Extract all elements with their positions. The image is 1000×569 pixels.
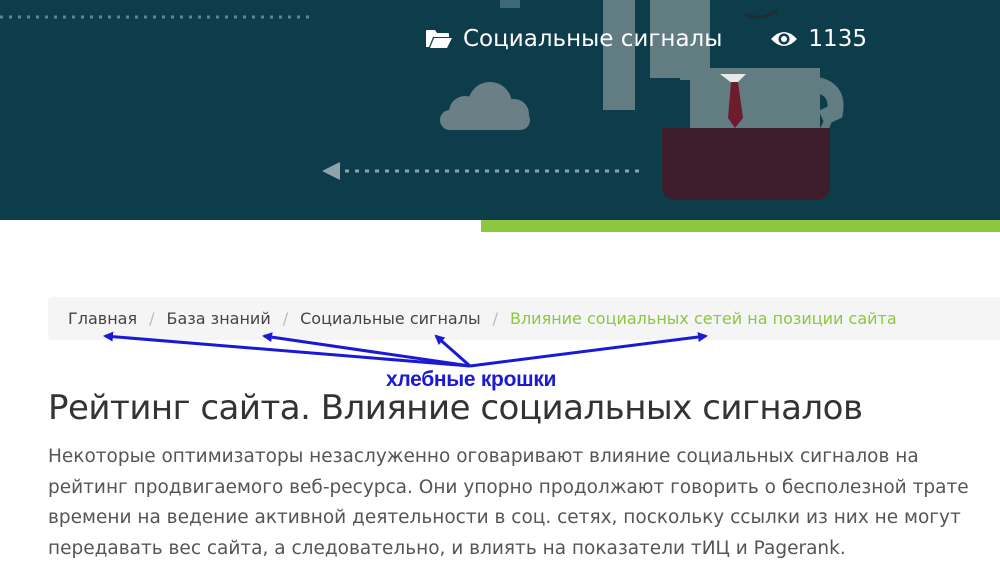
folder-open-icon [425, 28, 453, 50]
post-meta: Социальные сигналы 1135 [425, 26, 867, 52]
breadcrumb-home[interactable]: Главная [68, 309, 137, 328]
accent-bar [481, 220, 1000, 232]
breadcrumb: Главная / База знаний / Социальные сигна… [48, 297, 1000, 340]
breadcrumb-separator: / [492, 309, 498, 328]
annotation-arrow-home [103, 331, 471, 368]
view-counter: 1135 [770, 26, 867, 52]
arrow-left-icon [322, 162, 640, 180]
breadcrumb-social-signals[interactable]: Социальные сигналы [300, 309, 480, 328]
post-category-label: Социальные сигналы [463, 26, 723, 52]
breadcrumb-separator: / [149, 309, 155, 328]
article-paragraph: Некоторые оптимизаторы незаслуженно огов… [48, 446, 969, 559]
post-category[interactable]: Социальные сигналы [425, 26, 722, 52]
annotation-arrow-social-signals [434, 334, 471, 368]
breadcrumb-knowledge-base[interactable]: База знаний [167, 309, 271, 328]
breadcrumb-separator: / [282, 309, 289, 328]
article-title: Рейтинг сайта. Влияние социальных сигнал… [48, 388, 863, 428]
annotation-arrow-knowledge-base [262, 332, 471, 368]
eye-icon [770, 30, 798, 48]
view-count: 1135 [808, 26, 867, 52]
annotation-arrow-current [469, 332, 708, 368]
cloud-icon [440, 82, 530, 130]
breadcrumb-current: Влияние социальных сетей на позиции сайт… [509, 309, 897, 328]
hero-banner: Социальные сигналы 1135 [0, 0, 1000, 220]
